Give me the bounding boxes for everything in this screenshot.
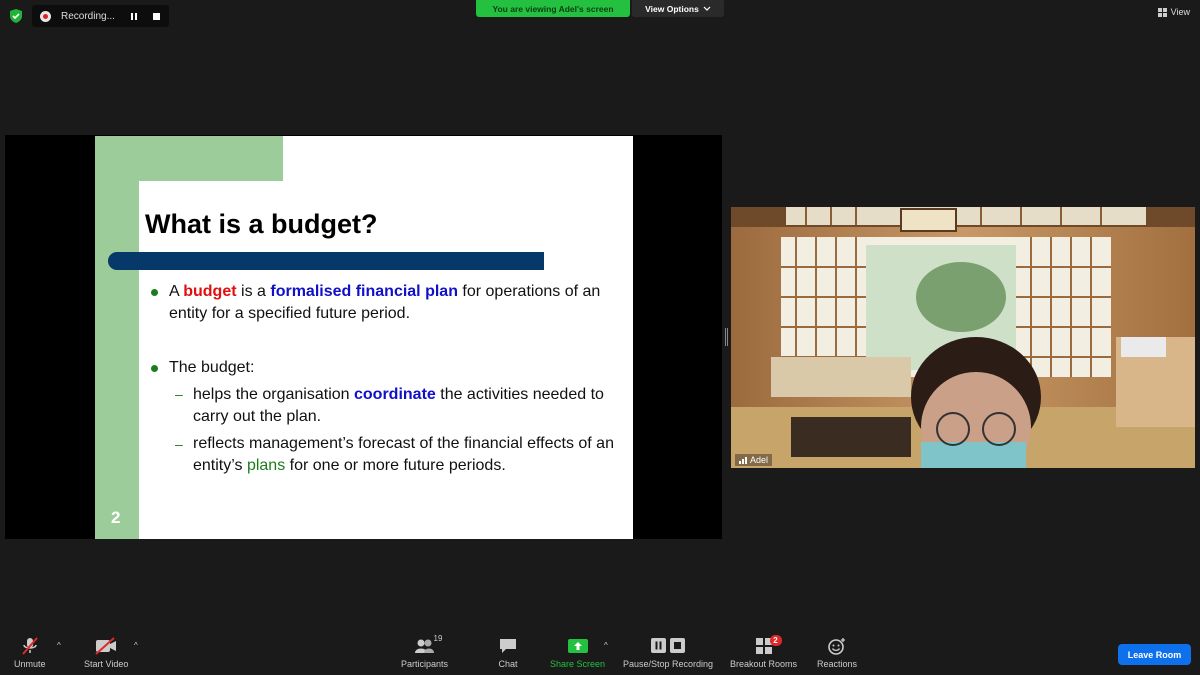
stop-recording-button[interactable] bbox=[147, 9, 165, 23]
breakout-rooms-button[interactable]: 2 Breakout Rooms bbox=[730, 635, 798, 669]
view-options-button[interactable]: View Options bbox=[632, 0, 724, 17]
camera-off-icon bbox=[94, 637, 118, 655]
reactions-label: Reactions bbox=[817, 659, 858, 669]
text: for one or more future periods. bbox=[285, 457, 506, 474]
view-options-label: View Options bbox=[645, 3, 699, 14]
sub-bullet-forecast: reflects management’s forecast of the fi… bbox=[193, 433, 623, 477]
stop-icon bbox=[152, 12, 160, 20]
participant-name-tag: Adel bbox=[735, 454, 773, 466]
video-feed-image bbox=[731, 207, 1195, 468]
video-options-caret[interactable]: ^ bbox=[134, 641, 138, 650]
view-button[interactable]: View bbox=[1157, 7, 1190, 17]
chat-label: Chat bbox=[498, 659, 518, 669]
participants-label: Participants bbox=[401, 659, 449, 669]
audio-options-caret[interactable]: ^ bbox=[57, 641, 61, 650]
keyword-plans: plans bbox=[246, 457, 286, 474]
share-screen-button[interactable]: Share Screen bbox=[550, 637, 605, 669]
start-video-button[interactable]: Start Video bbox=[84, 637, 128, 669]
pause-icon bbox=[131, 12, 137, 20]
encryption-shield-icon[interactable] bbox=[8, 8, 24, 24]
unmute-button[interactable]: Unmute bbox=[14, 637, 46, 669]
slide-green-header bbox=[95, 136, 283, 181]
chat-button[interactable]: Chat bbox=[498, 637, 518, 669]
participants-icon: 19 bbox=[414, 634, 442, 655]
shared-screen: What is a budget? A budget is a formalis… bbox=[5, 135, 722, 539]
text: A bbox=[169, 283, 184, 300]
breakout-rooms-icon: 2 bbox=[755, 635, 782, 655]
breakout-rooms-badge: 2 bbox=[769, 635, 782, 646]
share-options-caret[interactable]: ^ bbox=[604, 641, 608, 650]
grid-view-icon bbox=[1157, 7, 1167, 17]
slide-green-strip bbox=[95, 136, 139, 539]
viewing-screen-banner: You are viewing Adel's screen bbox=[476, 0, 630, 17]
chat-bubble-icon bbox=[498, 637, 518, 655]
start-video-label: Start Video bbox=[84, 659, 129, 669]
participants-button[interactable]: 19 Participants bbox=[401, 634, 449, 669]
pause-stop-recording-label: Pause/Stop Recording bbox=[623, 659, 714, 669]
keyword-coordinate: coordinate bbox=[354, 386, 436, 403]
signal-strength-icon bbox=[739, 456, 747, 464]
resize-handle[interactable] bbox=[725, 328, 728, 346]
recording-label: Recording... bbox=[61, 10, 115, 22]
presentation-slide: What is a budget? A budget is a formalis… bbox=[95, 136, 633, 539]
reactions-button[interactable]: Reactions bbox=[817, 637, 857, 669]
text: is a bbox=[236, 283, 271, 300]
sub-bullet-dash: – bbox=[175, 436, 183, 452]
text: helps the organisation bbox=[193, 386, 354, 403]
view-button-label: View bbox=[1170, 7, 1190, 17]
leave-room-button[interactable]: Leave Room bbox=[1118, 644, 1191, 665]
share-screen-icon bbox=[567, 637, 589, 655]
smiley-reaction-icon bbox=[827, 637, 847, 655]
participants-count: 19 bbox=[433, 634, 443, 643]
pause-stop-recording-button[interactable]: Pause/Stop Recording bbox=[623, 637, 713, 669]
keyword-formalised-financial-plan: formalised financial plan bbox=[270, 283, 458, 300]
participant-name: Adel bbox=[750, 455, 769, 465]
slide-page-number: 2 bbox=[111, 508, 121, 527]
recording-indicator: Recording... bbox=[32, 5, 169, 27]
recording-controls-icon bbox=[649, 637, 687, 655]
unmute-label: Unmute bbox=[14, 659, 46, 669]
bullet-dot bbox=[151, 289, 158, 296]
bullet-dot bbox=[151, 365, 158, 372]
slide-title-bar bbox=[108, 252, 544, 270]
chevron-down-icon bbox=[703, 6, 711, 11]
breakout-rooms-label: Breakout Rooms bbox=[730, 659, 798, 669]
bullet-budget-definition: A budget is a formalised financial plan … bbox=[169, 281, 619, 325]
share-screen-label: Share Screen bbox=[550, 659, 606, 669]
mic-muted-icon bbox=[20, 637, 40, 655]
keyword-budget: budget bbox=[183, 283, 237, 300]
sub-bullet-dash: – bbox=[175, 386, 183, 402]
bullet-the-budget: The budget: bbox=[169, 359, 255, 376]
sub-bullet-coordinate: helps the organisation coordinate the ac… bbox=[193, 384, 623, 428]
slide-title: What is a budget? bbox=[145, 209, 378, 239]
pause-recording-button[interactable] bbox=[125, 9, 143, 23]
recording-dot-icon bbox=[40, 10, 51, 22]
participant-video-tile[interactable]: Adel bbox=[731, 207, 1195, 468]
